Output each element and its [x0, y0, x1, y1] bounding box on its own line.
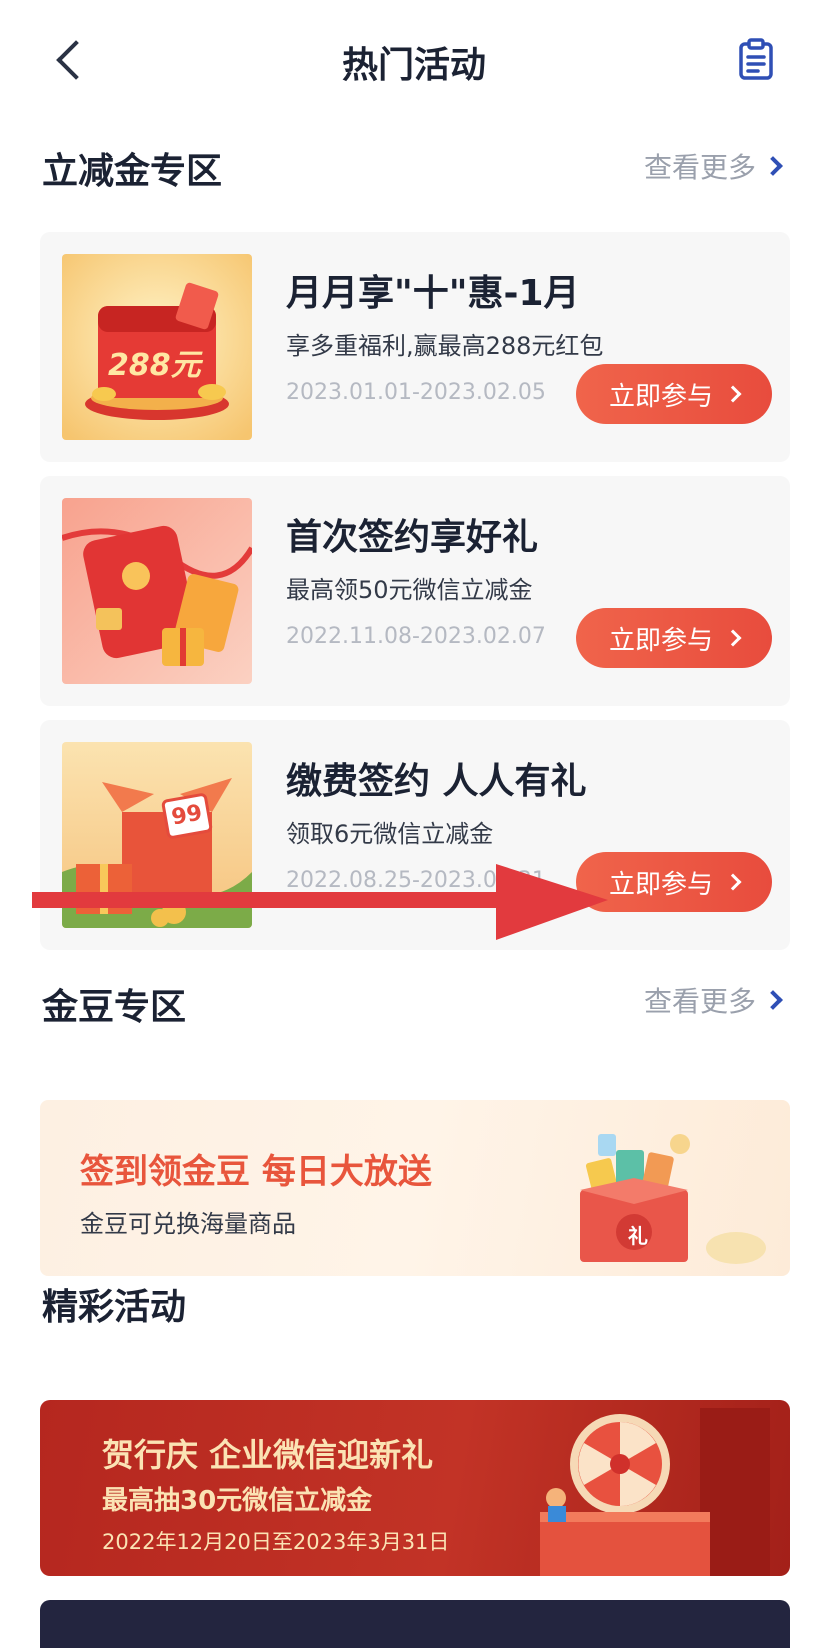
join-button[interactable]: 立即参与 — [576, 364, 772, 424]
see-more-label: 查看更多 — [643, 985, 756, 1018]
activity-card[interactable]: 首次签约享好礼 最高领50元微信立减金 2022.11.08-2023.02.0… — [40, 476, 790, 706]
prize-wheel-icon — [540, 1408, 770, 1576]
banner-title: 签到领金豆 每日大放送 — [80, 1152, 432, 1192]
chevron-right-icon — [724, 385, 742, 403]
card-description: 最高领50元微信立减金 — [286, 576, 533, 604]
gold-bean-banner[interactable]: 签到领金豆 每日大放送 金豆可兑换海量商品 礼 — [40, 1100, 790, 1276]
card-description: 领取6元微信立减金 — [286, 820, 494, 848]
page-title: 热门活动 — [341, 45, 486, 86]
card-thumbnail — [62, 498, 252, 684]
activity-card[interactable]: 288元 月月享"十"惠-1月 享多重福利,赢最高288元红包 2023.01.… — [40, 232, 790, 462]
card-thumbnail: 99 — [62, 742, 252, 928]
see-more-beans-link[interactable]: 查看更多 — [643, 980, 783, 1020]
banner-date-range: 2022年12月20日至2023年3月31日 — [102, 1530, 450, 1554]
chevron-right-icon — [763, 156, 783, 176]
banner-subtitle: 金豆可兑换海量商品 — [80, 1210, 296, 1238]
banner-title: 贺行庆 企业微信迎新礼 — [102, 1436, 434, 1474]
section-title-activities: 精彩活动 — [42, 1287, 187, 1328]
activity-card[interactable]: 99 缴费签约 人人有礼 领取6元微信立减金 2022.08.25-2023.0… — [40, 720, 790, 950]
gift-label: 礼 — [628, 1224, 648, 1248]
gift-box-icon — [580, 1134, 766, 1264]
thumb-label: 99 — [160, 792, 214, 840]
see-more-discount-link[interactable]: 查看更多 — [643, 146, 783, 186]
next-promo-banner[interactable] — [40, 1600, 790, 1648]
thumb-label: 288元 — [108, 348, 201, 383]
card-title: 首次签约享好礼 — [286, 517, 539, 558]
card-thumbnail: 288元 — [62, 254, 252, 440]
banner-subtitle: 最高抽30元微信立减金 — [102, 1486, 373, 1516]
top-bar: 热门活动 — [0, 0, 828, 120]
join-button[interactable]: 立即参与 — [576, 608, 772, 668]
section-title-beans: 金豆专区 — [42, 987, 187, 1028]
promo-banner[interactable]: 贺行庆 企业微信迎新礼 最高抽30元微信立减金 2022年12月20日至2023… — [40, 1400, 790, 1576]
card-date-range: 2022.08.25-2023.03.31 — [286, 868, 546, 893]
clipboard-icon[interactable] — [738, 38, 774, 80]
card-description: 享多重福利,赢最高288元红包 — [286, 332, 604, 360]
section-title-discount: 立减金专区 — [42, 151, 223, 192]
card-date-range: 2022.11.08-2023.02.07 — [286, 624, 546, 649]
join-button-label: 立即参与 — [608, 869, 713, 900]
join-button-label: 立即参与 — [608, 625, 713, 656]
join-button[interactable]: 立即参与 — [576, 852, 772, 912]
chevron-right-icon — [724, 873, 742, 891]
chevron-right-icon — [724, 629, 742, 647]
card-title: 月月享"十"惠-1月 — [286, 273, 580, 314]
card-title: 缴费签约 人人有礼 — [286, 761, 587, 802]
card-date-range: 2023.01.01-2023.02.05 — [286, 380, 546, 405]
chevron-right-icon — [763, 990, 783, 1010]
join-button-label: 立即参与 — [608, 381, 713, 412]
see-more-label: 查看更多 — [643, 151, 756, 184]
